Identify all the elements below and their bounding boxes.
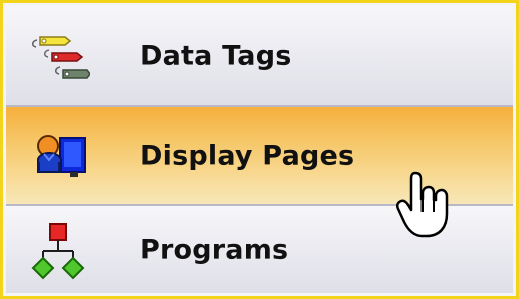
nav-item-label: Display Pages <box>140 140 355 171</box>
display-pages-icon <box>30 126 90 186</box>
nav-item-label: Programs <box>140 234 289 265</box>
nav-item-display-pages[interactable]: Display Pages <box>6 107 513 204</box>
navigation-frame: Data Tags Display Pages Programs <box>0 0 519 299</box>
programs-icon <box>30 220 90 280</box>
nav-item-programs[interactable]: Programs <box>6 206 513 293</box>
navigation-panel: Data Tags Display Pages Programs <box>6 6 513 293</box>
data-tags-icon <box>30 26 91 86</box>
nav-item-data-tags[interactable]: Data Tags <box>6 6 513 105</box>
nav-item-label: Data Tags <box>140 40 292 71</box>
